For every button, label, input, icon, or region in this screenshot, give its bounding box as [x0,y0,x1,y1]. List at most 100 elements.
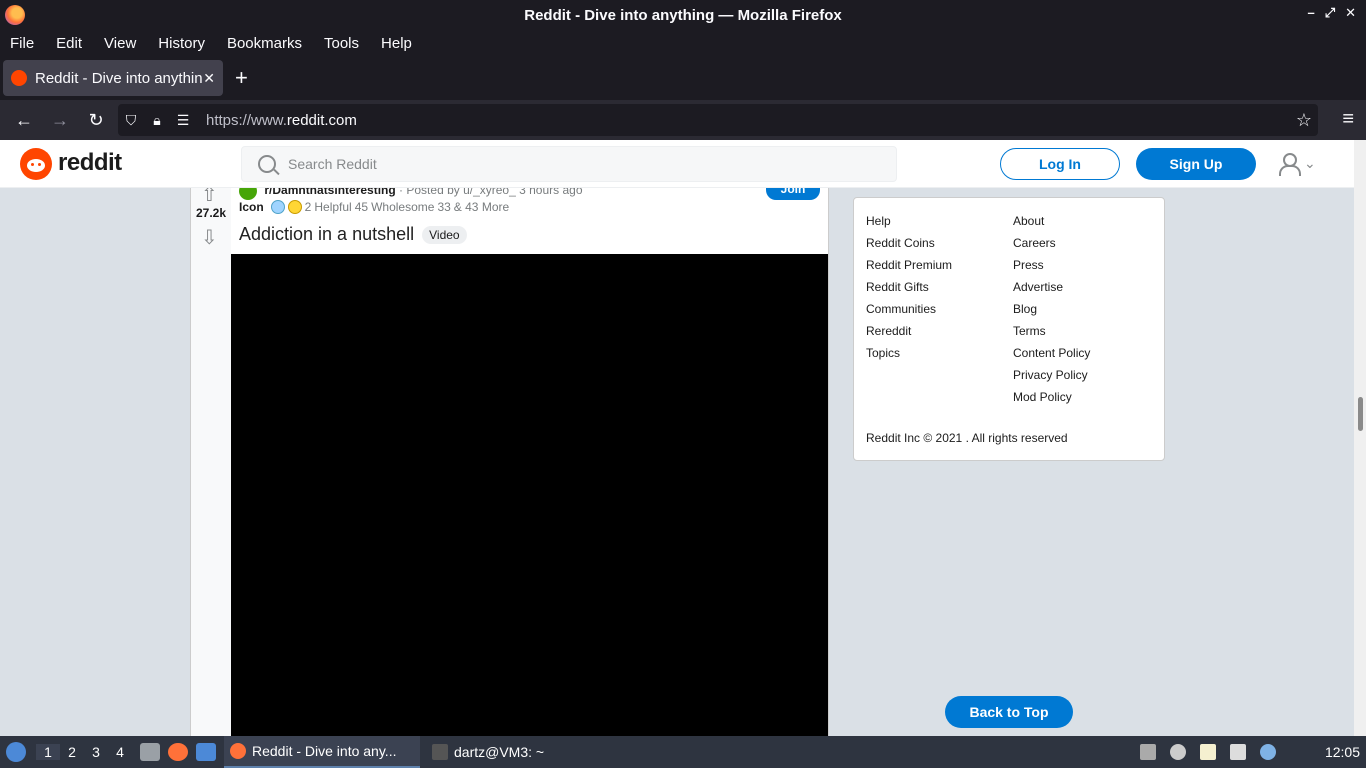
user-menu-button[interactable]: ⌄ [1278,152,1316,176]
footer-link-terms[interactable]: Terms [1013,322,1090,344]
footer-link-reddit-premium[interactable]: Reddit Premium [866,256,952,278]
post-title[interactable]: Addiction in a nutshell [239,224,414,245]
footer-link-press[interactable]: Press [1013,256,1090,278]
back-arrow-icon[interactable]: ← [6,104,42,136]
reddit-logo-icon[interactable] [20,148,52,180]
bookmark-star-icon[interactable]: ☆ [1296,110,1312,131]
task-terminal[interactable]: dartz@VM3: ~ [426,736,550,768]
battery-icon[interactable] [1140,744,1156,760]
footer-link-reddit-gifts[interactable]: Reddit Gifts [866,278,952,300]
awards-row: Icon 2 Helpful 45 Wholesome 33 & 43 More [239,200,509,214]
menu-tools[interactable]: Tools [324,35,359,52]
forward-arrow-icon[interactable]: → [42,104,78,136]
network-icon[interactable] [1230,744,1246,760]
tab-label: Reddit - Dive into anything [35,69,203,87]
os-taskbar: 1 2 3 4 Reddit - Dive into any... dartz@… [0,736,1366,768]
lock-icon[interactable]: 🔒︎ [144,112,170,129]
user-icon [1278,152,1301,176]
clock[interactable]: 12:05 [1325,744,1360,760]
workspace-2[interactable]: 2 [60,744,84,760]
sign-up-button[interactable]: Sign Up [1136,148,1256,180]
search-placeholder: Search Reddit [288,156,377,172]
notes-icon[interactable] [1200,744,1216,760]
task-firefox[interactable]: Reddit - Dive into any... [224,736,420,768]
task-terminal-label: dartz@VM3: ~ [454,744,545,760]
footer-link-about[interactable]: About [1013,212,1090,234]
page-scrollbar[interactable] [1354,140,1366,736]
maximize-button[interactable]: ⤢ [1325,5,1335,21]
post-card[interactable]: ⇧ 27.2k ⇩ r/Damnthatsinteresting · Poste… [190,182,829,736]
window-controls: – ⤢ ✕ [1307,5,1356,21]
tab-close-icon[interactable]: ✕ [203,70,215,87]
vote-column: ⇧ 27.2k ⇩ [191,184,231,736]
url-bar[interactable]: ⛉ 🔒︎ ☰ https://www.reddit.com ☆ [118,104,1318,136]
footer-column-2: About Careers Press Advertise Blog Terms… [1013,212,1090,410]
award-more-count: 33 [437,200,451,214]
footer-link-content-policy[interactable]: Content Policy [1013,344,1090,366]
log-in-button[interactable]: Log In [1000,148,1120,180]
copyright-text: Reddit Inc © 2021 . All rights reserved [866,431,1068,445]
window-title: Reddit - Dive into anything — Mozilla Fi… [524,6,842,24]
footer-link-advertise[interactable]: Advertise [1013,278,1090,300]
menu-file[interactable]: File [10,35,34,52]
minimize-button[interactable]: – [1307,5,1314,21]
workspace-3[interactable]: 3 [84,744,108,760]
post-flair[interactable]: Video [422,225,467,244]
reddit-wordmark[interactable]: reddit [58,149,122,177]
tab-reddit[interactable]: Reddit - Dive into anything ✕ [3,60,223,96]
footer-link-reddit-coins[interactable]: Reddit Coins [866,234,952,256]
menu-bookmarks[interactable]: Bookmarks [227,35,302,52]
post-title-row[interactable]: Addiction in a nutshell Video [239,224,467,245]
navigation-toolbar: ← → ↻ ⛉ 🔒︎ ☰ https://www.reddit.com ☆ ≡ [0,100,1366,140]
close-window-button[interactable]: ✕ [1345,5,1356,21]
footer-link-mod-policy[interactable]: Mod Policy [1013,388,1090,410]
menu-help[interactable]: Help [381,35,412,52]
scrollbar-thumb[interactable] [1358,397,1363,431]
search-input[interactable]: Search Reddit [241,146,897,182]
footer-link-privacy-policy[interactable]: Privacy Policy [1013,366,1090,388]
firefox-task-icon [230,743,246,759]
new-tab-button[interactable]: + [235,67,248,89]
menu-history[interactable]: History [158,35,205,52]
file-manager-icon[interactable] [140,743,160,761]
volume-icon[interactable] [1170,744,1186,760]
footer-links-card: Help Reddit Coins Reddit Premium Reddit … [853,197,1165,461]
url-text[interactable]: https://www.reddit.com [206,112,357,129]
system-tray [1140,744,1276,760]
downvote-arrow-icon[interactable]: ⇩ [201,225,218,250]
award-helpful-icon[interactable] [270,200,285,214]
award-wholesome-label: Wholesome [371,200,435,214]
app-menu-icon[interactable]: ≡ [1342,108,1354,131]
menu-edit[interactable]: Edit [56,35,82,52]
footer-link-blog[interactable]: Blog [1013,300,1090,322]
firefox-launcher-icon[interactable] [168,743,188,761]
start-menu-icon[interactable] [6,742,26,762]
menu-view[interactable]: View [104,35,136,52]
chevron-down-icon: ⌄ [1304,154,1316,171]
terminal-icon [432,744,448,760]
tab-strip: Reddit - Dive into anything ✕ + [0,56,1366,100]
reload-icon[interactable]: ↻ [78,104,114,136]
video-player[interactable] [231,254,828,736]
footer-link-topics[interactable]: Topics [866,344,952,366]
workspace-4[interactable]: 4 [108,744,132,760]
permissions-icon[interactable]: ☰ [170,112,196,129]
icon-label: Icon [239,200,264,214]
footer-link-communities[interactable]: Communities [866,300,952,322]
firefox-logo-icon [5,5,25,25]
desktop-icon[interactable] [196,743,216,761]
shield-icon[interactable]: ⛉ [118,112,144,129]
award-wholesome-count: 45 [354,200,369,214]
back-to-top-button[interactable]: Back to Top [945,696,1073,728]
reddit-header: reddit Search Reddit Log In Sign Up ⌄ [0,140,1354,188]
notification-icon[interactable] [1260,744,1276,760]
window-titlebar: Reddit - Dive into anything — Mozilla Fi… [0,0,1366,30]
post-score: 27.2k [195,206,227,220]
footer-link-help[interactable]: Help [866,212,952,234]
workspace-1[interactable]: 1 [36,744,60,760]
award-more-link[interactable]: & 43 More [454,200,509,214]
footer-link-careers[interactable]: Careers [1013,234,1090,256]
search-icon [258,155,276,173]
award-wholesome-icon[interactable] [287,200,302,214]
footer-link-rereddit[interactable]: Rereddit [866,322,952,344]
